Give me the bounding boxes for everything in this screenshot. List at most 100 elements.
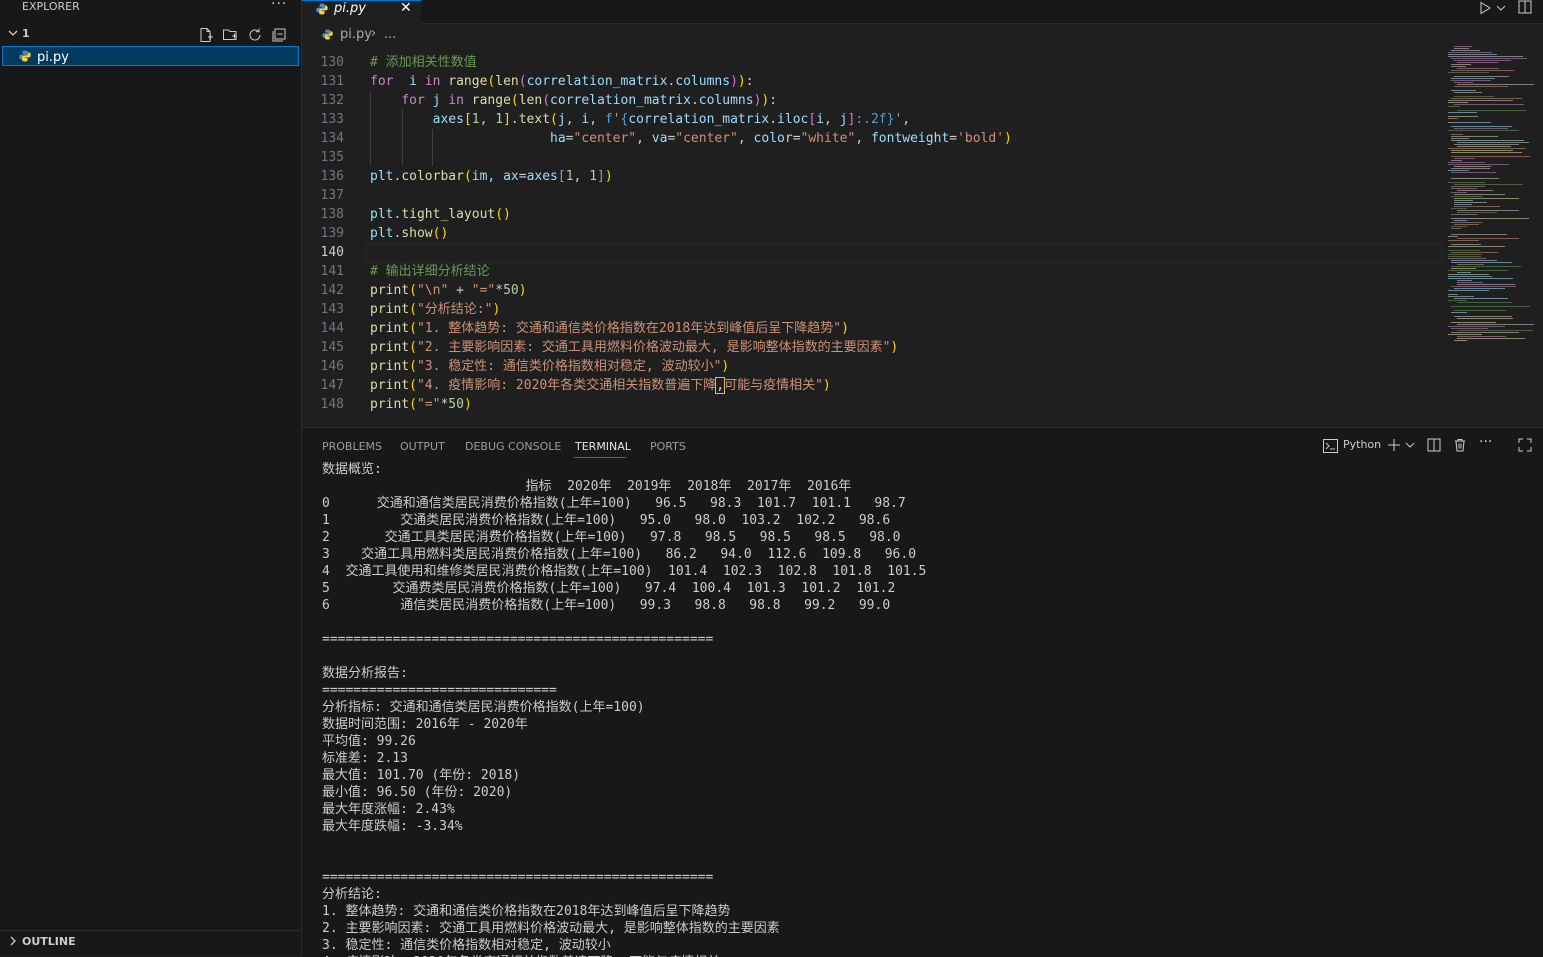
minimap-line [1448, 250, 1480, 251]
code-line[interactable]: 139 plt.show() [302, 224, 1442, 243]
line-number: 130 [320, 55, 344, 70]
line-number: 133 [320, 112, 344, 127]
code-token: = [949, 131, 958, 146]
code-token: "white" [800, 131, 856, 146]
code-line[interactable]: 140 [302, 243, 1442, 262]
code-line[interactable]: 133 axes[1, 1].text(j, i, f'{correlation… [302, 110, 1442, 129]
minimap-line [1448, 102, 1468, 103]
code-line[interactable]: 147 print("4. 疫情影响: 2020年各类交通相关指数普遍下降,可能与… [302, 376, 1442, 395]
close-icon[interactable]: ✕ [400, 0, 412, 16]
code-line[interactable]: 141 # 输出详细分析结论 [302, 262, 1442, 281]
terminal-line: ========================================… [322, 870, 714, 885]
minimap-line [1457, 338, 1525, 339]
minimap-line [1454, 206, 1500, 207]
tab-debug-console[interactable]: DEBUG CONSOLE [465, 440, 561, 453]
new-terminal-icon[interactable] [1387, 438, 1401, 452]
minimap-line [1457, 302, 1512, 303]
split-terminal-icon[interactable] [1427, 438, 1441, 452]
more-actions-icon[interactable]: ··· [1479, 434, 1493, 450]
minimap-line [1457, 84, 1534, 85]
explorer-more-icon[interactable]: ··· [271, 0, 287, 12]
minimap-line [1454, 298, 1508, 299]
terminal-output[interactable]: 数据概览: 指标 2020年 2019年 2018年 2017年 2016年 0 … [322, 461, 1522, 957]
explorer-title: EXPLORER [22, 0, 80, 13]
code-line[interactable]: 145 print("2. 主要影响因素: 交通工具用燃料价格波动最大, 是影响整… [302, 338, 1442, 357]
breadcrumb: pi.py › ... [302, 24, 1442, 46]
file-item-pi[interactable]: pi.py [2, 46, 299, 66]
outline-section[interactable]: OUTLINE [0, 930, 301, 951]
code-token: = [565, 131, 574, 146]
code-line[interactable]: 148 print("="*50) [302, 395, 1442, 414]
code-token: print [370, 321, 410, 336]
tab-terminal[interactable]: TERMINAL [575, 440, 631, 453]
code-line[interactable]: 143 print("分析结论:") [302, 300, 1442, 319]
run-icon[interactable] [1478, 1, 1492, 15]
maximize-panel-icon[interactable] [1518, 438, 1532, 452]
minimap-line [1454, 60, 1511, 61]
code-line[interactable]: 146 print("3. 稳定性: 通信类价格指数相对稳定, 波动较小") [302, 357, 1442, 376]
code-token: # 添加相关性数值 [370, 55, 477, 70]
minimap-line [1454, 288, 1505, 289]
minimap-line [1448, 164, 1509, 165]
code-token: "=" [471, 283, 496, 298]
terminal-line: 平均值: 99.26 [322, 734, 416, 749]
code-token: ) [492, 302, 501, 317]
code-token: tight_layout [401, 207, 496, 222]
code-line[interactable]: 142 print("\n" + "="*50) [302, 281, 1442, 300]
code-token: columns [698, 93, 754, 108]
minimap-line [1448, 254, 1482, 255]
code-line[interactable]: 138 plt.tight_layout() [302, 205, 1442, 224]
code-line[interactable]: 135 [302, 148, 1442, 167]
tab-ports[interactable]: PORTS [650, 440, 686, 453]
code-line[interactable]: 136 plt.colorbar(im, ax=axes[1, 1]) [302, 167, 1442, 186]
code-line[interactable]: 137 [302, 186, 1442, 205]
new-folder-icon[interactable] [222, 27, 238, 43]
line-source: print("="*50) [370, 395, 472, 414]
split-editor-icon[interactable] [1518, 0, 1532, 14]
terminal-line: 指标 2020年 2019年 2018年 2017年 2016年 [322, 479, 852, 494]
minimap-line [1454, 202, 1487, 203]
code-token: "center" [573, 131, 637, 146]
code-token: : [769, 93, 778, 108]
terminal-line: 数据概览: [322, 462, 382, 477]
minimap-line [1454, 82, 1473, 83]
collapse-all-icon[interactable] [271, 27, 287, 43]
code-token: , [737, 131, 754, 146]
terminal-line: 最大值: 101.70 (年份: 2018) [322, 768, 521, 783]
code-line[interactable]: 130 # 添加相关性数值 [302, 53, 1442, 72]
code-token: = [518, 169, 527, 184]
terminal-line: ============================== [322, 683, 557, 698]
code-line[interactable]: 131 for i in range(len(correlation_matrix… [302, 72, 1442, 91]
minimap-line [1451, 260, 1497, 261]
terminal-line: 数据分析报告: [322, 666, 408, 681]
minimap-line [1451, 160, 1462, 161]
code-token: ) [518, 283, 527, 298]
refresh-icon[interactable] [247, 27, 263, 43]
code-line[interactable]: 144 print("1. 整体趋势: 交通和通信类价格指数在2018年达到峰值后… [302, 319, 1442, 338]
tab-output[interactable]: OUTPUT [400, 440, 445, 453]
minimap-line [1451, 150, 1513, 151]
minimap-line [1454, 200, 1473, 201]
tab-pi-py[interactable]: pi.py ✕ [302, 0, 421, 24]
code-line[interactable]: 134 ha="center", va="center", color="whi… [302, 129, 1442, 148]
minimap-line [1454, 166, 1491, 167]
run-dropdown-chevron-icon[interactable] [1496, 4, 1506, 12]
breadcrumb-symbols[interactable]: ... [384, 27, 396, 42]
breadcrumb-file[interactable]: pi.py [340, 27, 372, 42]
code-token: correlation_matrix [526, 74, 668, 89]
code-token: in [416, 74, 441, 89]
code-editor[interactable]: 130 # 添加相关性数值 131 for i in range(len(correl… [302, 46, 1442, 426]
minimap[interactable] [1442, 46, 1543, 346]
code-token: plt [370, 207, 394, 222]
trash-icon[interactable] [1453, 438, 1467, 452]
new-file-icon[interactable] [198, 27, 214, 43]
folder-row[interactable]: 1 [0, 26, 301, 44]
code-line[interactable]: 132 for j in range(len(correlation_matri… [302, 91, 1442, 110]
code-token: print [370, 283, 410, 298]
chevron-down-icon[interactable] [1405, 438, 1415, 452]
code-token: . [510, 112, 519, 127]
tab-problems[interactable]: PROBLEMS [322, 440, 382, 453]
code-token: range [448, 74, 488, 89]
code-token: "=" [416, 397, 441, 412]
